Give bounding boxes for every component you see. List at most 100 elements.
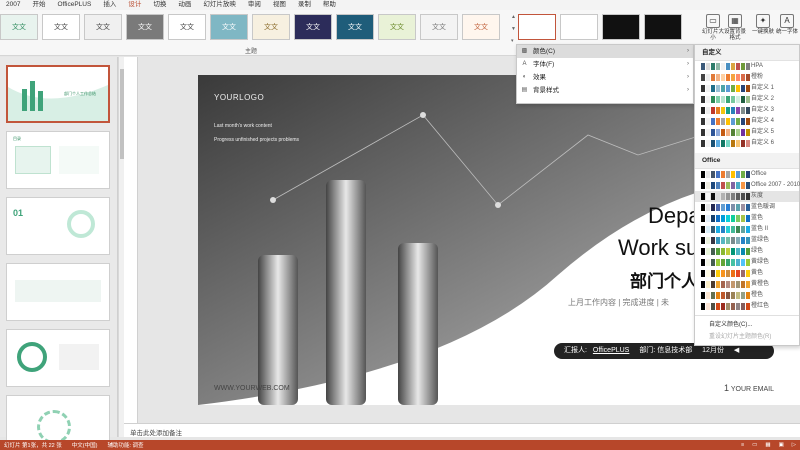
theme-thumb[interactable]: 文文 [168,14,206,40]
language-indicator[interactable]: 中文(中国) [72,441,98,449]
menu-item[interactable]: A 字体(F) › [517,58,693,71]
theme-thumb[interactable]: 文文 [252,14,290,40]
theme-thumb[interactable]: 文文 [378,14,416,40]
color-scheme-option[interactable]: HPA [695,61,799,72]
theme-thumb[interactable]: 文文 [126,14,164,40]
slide-3-number: 01 [13,208,24,218]
ribbon-tab[interactable]: 插入 [97,0,122,10]
ribbon-tab[interactable]: 设计 [122,0,148,11]
custom-colors-action[interactable]: 自定义颜色(C)... [695,319,799,331]
custom-colors-header: 自定义 [695,45,799,61]
slide-thumbnail-4[interactable] [6,263,110,321]
color-swatch [721,182,725,189]
color-swatch [721,140,725,147]
theme-thumb[interactable]: 文文 [84,14,122,40]
color-scheme-option[interactable]: 自定义 3 [695,105,799,116]
notes-toggle-icon[interactable]: ≡ [741,442,744,448]
color-scheme-option[interactable]: 自定义 2 [695,94,799,105]
color-swatch [736,259,740,266]
color-swatch [741,118,745,125]
ribbon-tab[interactable]: 审阅 [242,0,267,10]
slide-size-label: 幻灯片大小 [702,29,725,41]
slide-thumbnail-5[interactable] [6,329,110,387]
one-click-beautify-button[interactable]: ✦ 一键换肤 [752,14,774,35]
ribbon-tab[interactable]: 帮助 [317,0,342,10]
color-scheme-option[interactable]: 橙色 [695,290,799,301]
color-swatch [711,248,715,255]
variant-thumb[interactable] [518,14,556,40]
menu-item[interactable]: ▩ 颜色(C) › [517,45,693,58]
color-scheme-option[interactable]: 蓝色 [695,213,799,224]
accessibility-indicator[interactable]: 辅助功能: 调查 [107,441,143,449]
format-background-button[interactable]: ▦ 设置背景格式 [724,14,746,41]
theme-thumb[interactable]: 文文 [0,14,38,40]
color-scheme-option[interactable]: 橙红色 [695,301,799,312]
slide-size-button[interactable]: ▭ 幻灯片大小 [702,14,724,41]
color-swatch [726,96,730,103]
variant-thumb[interactable] [644,14,682,40]
reporter-label: 汇报人: [564,347,587,354]
submenu-arrow-icon: › [687,74,689,80]
ribbon-tab[interactable]: 幻灯片放映 [197,0,242,10]
color-swatch [741,129,745,136]
menu-item[interactable]: ▤ 背景样式 › [517,84,693,97]
color-scheme-option[interactable]: 黄绿色 [695,257,799,268]
color-swatch [721,74,725,81]
slide-thumbnail-1[interactable]: 部门个人工作总结 [6,65,110,123]
color-scheme-option[interactable]: 蓝色暖调 [695,202,799,213]
slide-thumbnail-3[interactable]: 01 [6,197,110,255]
themes-group-label: 主题 [245,49,258,55]
color-scheme-option[interactable]: 蓝色 II [695,224,799,235]
color-scheme-option[interactable]: 自定义 6 [695,138,799,149]
gallery-scroll[interactable]: ▲ ▼ ▾ [511,14,517,44]
ribbon-tab[interactable]: 视图 [267,0,292,10]
theme-thumb[interactable]: 文文 [336,14,374,40]
color-scheme-option[interactable]: 自定义 4 [695,116,799,127]
notes-pane[interactable]: 单击此处添加备注 [124,423,800,437]
color-swatch [706,171,710,178]
color-swatch [746,96,750,103]
color-scheme-name: 自定义 4 [751,118,775,124]
slide-thumbnail-2[interactable]: 目录 [6,131,110,189]
color-swatch [726,259,730,266]
color-swatch [746,292,750,299]
ribbon-tab[interactable]: 切换 [147,0,172,10]
sorter-view-icon[interactable]: ▦ [765,442,770,448]
color-scheme-option[interactable]: 黄色 [695,268,799,279]
color-scheme-option[interactable]: Office [695,169,799,180]
ribbon-tab[interactable]: 2007 [0,0,26,10]
variant-thumb[interactable] [560,14,598,40]
ribbon-tab[interactable]: 录制 [292,0,317,10]
menu-item-label: 字体(F) [533,61,555,68]
color-scheme-option[interactable]: 绿色 [695,246,799,257]
color-swatch [706,303,710,310]
variant-thumb[interactable] [602,14,640,40]
theme-thumb[interactable]: 文文 [210,14,248,40]
theme-thumb[interactable]: 文文 [462,14,500,40]
color-scheme-option[interactable]: 蓝绿色 [695,235,799,246]
color-scheme-option[interactable]: 自定义 5 [695,127,799,138]
color-swatch [731,193,735,200]
slideshow-icon[interactable]: ▷ [792,442,796,448]
theme-thumb[interactable]: 文文 [42,14,80,40]
color-scheme-option[interactable]: Office 2007 - 2010 [695,180,800,191]
slide-title-en-2: Work su [618,235,699,260]
color-scheme-option[interactable]: 自定义 1 [695,83,799,94]
ribbon-tab[interactable]: 开始 [26,0,51,10]
ribbon-tab[interactable]: 动画 [172,0,197,10]
color-swatch [731,215,735,222]
color-scheme-option[interactable]: 黄橙色 [695,279,799,290]
color-swatch [716,96,720,103]
unify-font-button[interactable]: A 统一字体 [776,14,798,35]
normal-view-icon[interactable]: ▭ [752,442,757,448]
reading-view-icon[interactable]: ▣ [779,442,784,448]
colors-submenu: 自定义 HPA 橙粉 自定义 1 自定义 2 自定义 3 自定义 4 自定义 5 自定义 6 … [694,44,800,346]
color-scheme-option[interactable]: 橙粉 [695,72,799,83]
theme-thumb[interactable]: 文文 [294,14,332,40]
menu-item[interactable]: ◐ 效果 › [517,71,693,84]
ribbon-tab[interactable]: OfficePLUS [51,0,97,10]
color-swatch [721,63,725,70]
color-scheme-option[interactable]: 灰度 [695,191,799,202]
theme-thumb[interactable]: 文文 [420,14,458,40]
slide-1-title: 部门个人工作总结 [64,91,96,96]
